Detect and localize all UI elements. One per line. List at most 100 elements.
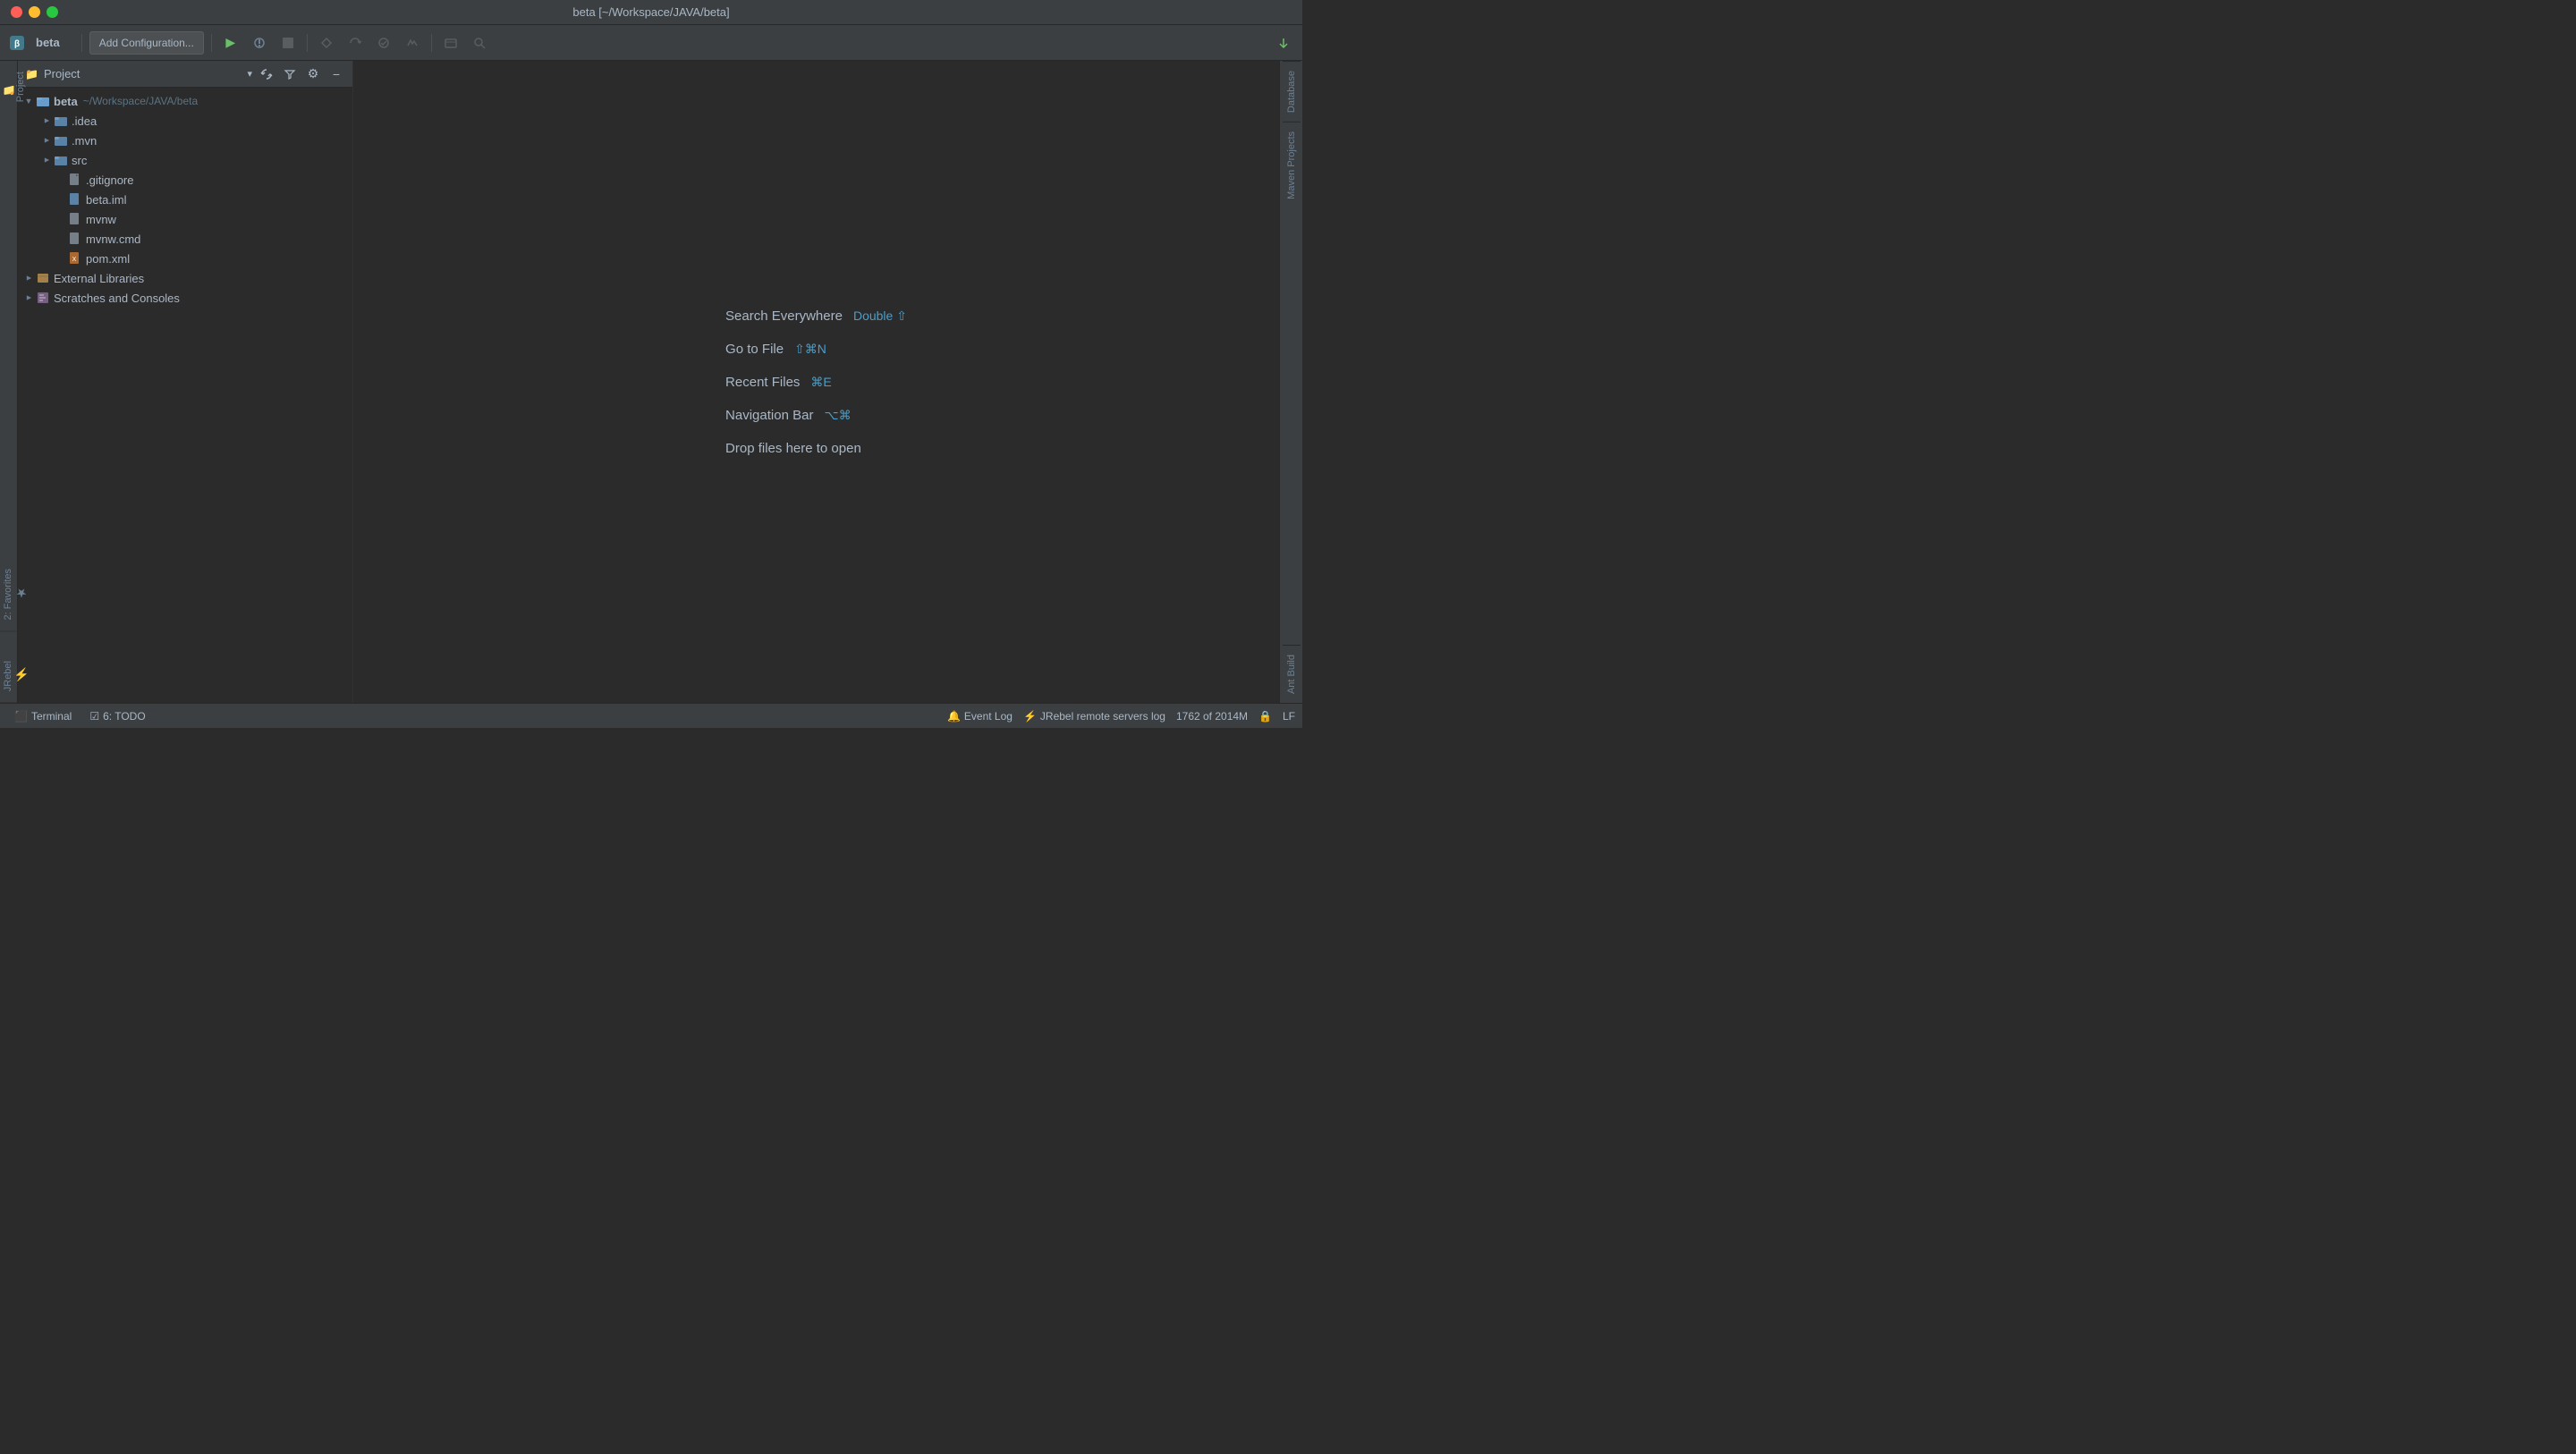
build-button[interactable]: [315, 31, 338, 55]
folder-src-icon: [54, 153, 68, 167]
left-tab-favorites[interactable]: 2: Favorites ★: [0, 558, 17, 631]
project-dropdown[interactable]: ▾: [247, 68, 252, 80]
goto-hint-label: Go to File: [725, 342, 784, 357]
toolbar: β beta Add Configuration... ▶: [0, 25, 1302, 61]
tree-item-mvnw[interactable]: mvnw: [18, 209, 352, 229]
file-mvnw-cmd-icon: [68, 232, 82, 246]
search-hint-shortcut: Double ⇧: [853, 309, 907, 324]
folder-idea-icon: [54, 114, 68, 128]
file-iml-icon: [68, 192, 82, 207]
sync-icon[interactable]: [258, 65, 275, 83]
app-name: beta: [36, 36, 60, 49]
file-pom-icon: X: [68, 251, 82, 266]
event-log-item[interactable]: 🔔 Event Log: [947, 710, 1013, 723]
navbar-hint: Navigation Bar ⌥⌘: [725, 408, 852, 423]
scratches-icon: [36, 291, 50, 305]
ext-libs-label: External Libraries: [54, 272, 144, 285]
stop-button[interactable]: [276, 31, 300, 55]
jrebel-log-icon: ⚡: [1023, 710, 1037, 723]
traffic-lights[interactable]: [11, 6, 58, 18]
search-hint-label: Search Everywhere: [725, 309, 843, 324]
open-project-button[interactable]: [439, 31, 462, 55]
tree-item-mvn[interactable]: ▼ .mvn: [18, 131, 352, 150]
recent-hint-shortcut: ⌘E: [810, 375, 831, 390]
folder-mvn-icon: [54, 133, 68, 148]
svg-text:X: X: [72, 257, 77, 263]
bottom-status: 🔔 Event Log ⚡ JRebel remote servers log …: [947, 710, 1295, 723]
search-everywhere-button[interactable]: [468, 31, 491, 55]
main-layout: 📁 Project 2: Favorites ★ JRebel ⚡ 📁 Proj…: [0, 61, 1302, 703]
file-gitignore-icon: [68, 173, 82, 187]
goto-hint: Go to File ⇧⌘N: [725, 342, 826, 357]
right-tab-ant[interactable]: Ant Build: [1283, 645, 1301, 703]
todo-icon: ☑: [89, 710, 99, 723]
line-info: 1762 of 2014M: [1176, 710, 1248, 723]
separator4: [431, 34, 432, 52]
drop-hint: Drop files here to open: [725, 441, 861, 456]
lf-item[interactable]: LF: [1283, 710, 1295, 723]
maximize-button[interactable]: [47, 6, 58, 18]
project-panel: 📁 Project ▾ ⚙ − ▼: [18, 61, 353, 703]
jrebel-log-item[interactable]: ⚡ JRebel remote servers log: [1023, 710, 1165, 723]
title-bar: beta [~/Workspace/JAVA/beta]: [0, 0, 1302, 25]
todo-tab[interactable]: ☑ 6: TODO: [82, 706, 152, 727]
ext-libs-icon: [36, 271, 50, 285]
terminal-icon: ⬛: [14, 710, 28, 723]
tree-item-scratches[interactable]: ▼ Scratches and Consoles: [18, 288, 352, 308]
navbar-hint-label: Navigation Bar: [725, 408, 813, 423]
separator2: [211, 34, 212, 52]
close-button[interactable]: [11, 6, 22, 18]
tree-item-ext-libs[interactable]: ▼ External Libraries: [18, 268, 352, 288]
app-icon: β: [7, 33, 27, 53]
pom-xml-label: pom.xml: [86, 252, 130, 266]
add-configuration-button[interactable]: Add Configuration...: [89, 31, 204, 55]
project-header: 📁 Project ▾ ⚙ −: [18, 61, 352, 88]
arrow-scratches: ▼: [21, 291, 36, 305]
right-sidebar: Database Maven Projects Ant Build: [1279, 61, 1302, 703]
git-fetch-button[interactable]: [1272, 31, 1295, 55]
editor-area: Search Everywhere Double ⇧ Go to File ⇧⌘…: [353, 61, 1279, 703]
right-tab-maven[interactable]: Maven Projects: [1283, 122, 1301, 208]
lf-label: LF: [1283, 710, 1295, 723]
separator: [81, 34, 82, 52]
tree-item-beta-iml[interactable]: beta.iml: [18, 190, 352, 209]
tree-item-idea[interactable]: ▼ .idea: [18, 111, 352, 131]
jrebel-log-label: JRebel remote servers log: [1040, 710, 1165, 723]
right-tab-database[interactable]: Database: [1283, 61, 1301, 122]
todo-label: 6: TODO: [103, 710, 146, 723]
jrebel-icon: ⚡: [13, 661, 28, 688]
coverage-button[interactable]: [372, 31, 395, 55]
editor-hints: Search Everywhere Double ⇧ Go to File ⇧⌘…: [725, 309, 907, 456]
debug-button[interactable]: [248, 31, 271, 55]
left-tab-project[interactable]: 📁 Project: [0, 61, 17, 113]
recent-hint: Recent Files ⌘E: [725, 375, 832, 390]
gitignore-label: .gitignore: [86, 173, 133, 187]
drop-hint-label: Drop files here to open: [725, 441, 861, 456]
event-log-icon: 🔔: [947, 710, 961, 723]
tree-item-src[interactable]: ▼ src: [18, 150, 352, 170]
profile-button[interactable]: [401, 31, 424, 55]
rerun-button[interactable]: [343, 31, 367, 55]
gear-icon[interactable]: ⚙: [304, 65, 322, 83]
encoding-item[interactable]: 🔒: [1258, 710, 1272, 723]
terminal-tab[interactable]: ⬛ Terminal: [7, 706, 79, 727]
event-log-label: Event Log: [964, 710, 1013, 723]
tree-item-pom-xml[interactable]: X pom.xml: [18, 249, 352, 268]
bottom-bar: ⬛ Terminal ☑ 6: TODO 🔔 Event Log ⚡ JRebe…: [0, 703, 1302, 728]
root-path: ~/Workspace/JAVA/beta: [83, 95, 198, 107]
mvnw-cmd-label: mvnw.cmd: [86, 232, 140, 246]
run-button[interactable]: ▶: [219, 31, 242, 55]
filter-icon[interactable]: [281, 65, 299, 83]
hide-icon[interactable]: −: [327, 65, 345, 83]
src-label: src: [72, 154, 87, 167]
tree-item-mvnw-cmd[interactable]: mvnw.cmd: [18, 229, 352, 249]
navbar-hint-shortcut: ⌥⌘: [824, 408, 851, 423]
minimize-button[interactable]: [29, 6, 40, 18]
project-panel-title: Project: [44, 67, 242, 80]
scratches-label: Scratches and Consoles: [54, 292, 180, 305]
tree-item-root[interactable]: ▼ beta ~/Workspace/JAVA/beta: [18, 91, 352, 111]
left-tab-jrebel[interactable]: JRebel ⚡: [0, 650, 17, 703]
arrow-idea: ▼: [39, 114, 54, 128]
tree-item-gitignore[interactable]: .gitignore: [18, 170, 352, 190]
folder-icon: 📁: [25, 68, 38, 80]
